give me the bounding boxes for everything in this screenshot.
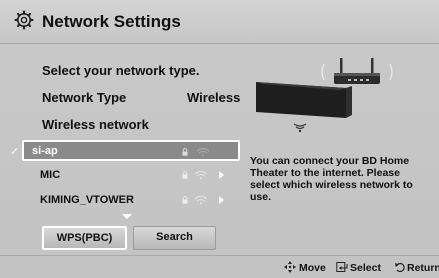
move-hint: Move: [299, 262, 326, 274]
network-settings-screen: Network Settings Select your network typ…: [0, 0, 439, 278]
network-item-si-ap[interactable]: ✓ si-ap: [10, 140, 240, 161]
wps-pbc-button[interactable]: WPS(PBC): [42, 226, 127, 250]
lock-icon: [182, 148, 188, 156]
select-hint: Select: [350, 262, 381, 274]
wifi-signal-icon: [196, 147, 210, 157]
page-title: Network Settings: [42, 12, 181, 31]
scroll-down-icon[interactable]: [122, 214, 132, 219]
network-item-kiming-vtower[interactable]: KIMING_VTOWER: [22, 190, 240, 211]
return-hint: Return: [407, 262, 439, 274]
wifi-signal-icon: [194, 195, 208, 205]
title-bar: Network Settings: [0, 0, 439, 44]
info-text: You can connect your BD Home Theater to …: [250, 155, 413, 203]
network-name: MIC: [40, 169, 61, 181]
wireless-network-label: Wireless network: [42, 117, 149, 132]
lock-icon: [182, 196, 188, 204]
return-icon: [395, 262, 405, 273]
enter-icon: [336, 262, 348, 272]
lock-icon: [182, 171, 188, 179]
gear-icon: [14, 10, 34, 30]
home-theater-icon: [256, 82, 352, 133]
network-type-value[interactable]: Wireless: [187, 90, 240, 105]
network-type-label: Network Type: [42, 90, 127, 105]
wifi-signal-icon: [194, 170, 208, 180]
dpad-icon: [284, 261, 296, 273]
chevron-right-icon: [219, 196, 224, 204]
network-type-prompt: Select your network type.: [42, 63, 200, 78]
network-name: si-ap: [32, 145, 58, 157]
search-button[interactable]: Search: [133, 226, 216, 250]
selected-check-icon: ✓: [10, 146, 20, 158]
chevron-right-icon: [219, 171, 224, 179]
network-name: KIMING_VTOWER: [40, 194, 134, 206]
network-item-mic[interactable]: MIC: [22, 165, 240, 186]
